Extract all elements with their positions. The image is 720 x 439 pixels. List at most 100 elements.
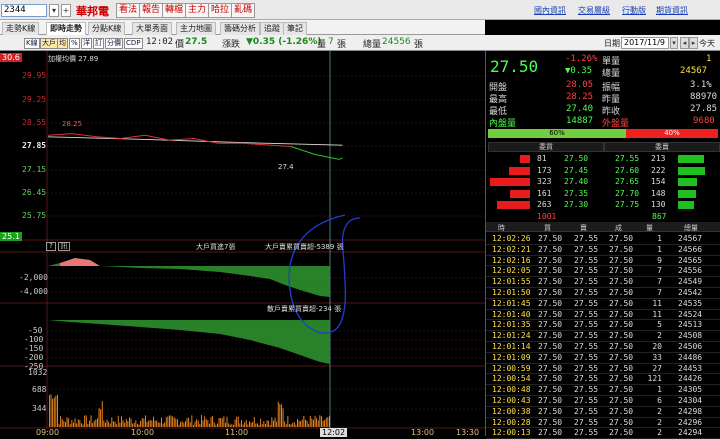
tab-kline[interactable]: 走勢K線 bbox=[2, 22, 40, 35]
main-force-button[interactable]: 主力 bbox=[185, 3, 210, 18]
volume-bar bbox=[257, 423, 258, 427]
volume-bar bbox=[233, 424, 234, 427]
next-day-icon[interactable]: ▸ bbox=[689, 37, 698, 49]
bid-price[interactable]: 27.35 bbox=[564, 189, 588, 198]
volume-bar bbox=[98, 408, 100, 427]
volume-bar bbox=[276, 421, 278, 427]
stock-code-input[interactable]: 2344 bbox=[1, 4, 47, 17]
bid-price[interactable]: 27.45 bbox=[564, 166, 588, 175]
tick-cell: 27.55 bbox=[574, 417, 599, 427]
tick-cell: 27.55 bbox=[574, 385, 599, 395]
price-dist-toggle-button[interactable]: 分價 bbox=[105, 38, 123, 49]
date-input[interactable]: 2017/11/9 bbox=[621, 37, 669, 49]
tab-track[interactable]: 追蹤 bbox=[260, 22, 284, 35]
kline-toggle-button[interactable]: K線 bbox=[24, 38, 40, 49]
big-trader-toggle-button[interactable]: 大戶 bbox=[40, 38, 58, 49]
ask-price[interactable]: 27.75 bbox=[615, 200, 639, 209]
tab-big-order[interactable]: 大單秀面 bbox=[132, 22, 172, 35]
tab-chip-analysis[interactable]: 籌碼分析 bbox=[220, 22, 260, 35]
order-toggle-button[interactable]: 訂 bbox=[93, 38, 104, 49]
volume-bar bbox=[284, 421, 286, 427]
ask-price[interactable]: 27.60 bbox=[615, 166, 639, 175]
volume-bar bbox=[298, 420, 300, 427]
bid-volume-bar bbox=[520, 155, 530, 163]
add-icon[interactable]: + bbox=[61, 4, 71, 17]
today-button[interactable]: 今天 bbox=[699, 38, 715, 49]
tick-cell: 11 bbox=[652, 298, 662, 308]
sub2-tick: -100 bbox=[24, 335, 44, 344]
report-button[interactable]: 報告 bbox=[139, 3, 164, 18]
percent-toggle-button[interactable]: % bbox=[69, 38, 80, 49]
tick-cell: 27.55 bbox=[574, 406, 599, 416]
dropdown-icon[interactable]: ▾ bbox=[49, 4, 59, 17]
volume-bar bbox=[274, 417, 276, 427]
link-trade-level[interactable]: 交易層級 bbox=[578, 5, 610, 16]
help-button[interactable]: ? bbox=[46, 242, 56, 251]
cdp-toggle-button[interactable]: CDP bbox=[124, 38, 143, 49]
volume-bar bbox=[271, 417, 273, 427]
ask-price[interactable]: 27.55 bbox=[615, 154, 639, 163]
volume-bar bbox=[282, 408, 284, 427]
total-volume-label: 總量 bbox=[602, 69, 621, 79]
volume-bar bbox=[141, 418, 143, 427]
volume-bar bbox=[279, 403, 281, 427]
tick-cell: 27.50 bbox=[609, 309, 634, 319]
tick-cell: 27.50 bbox=[609, 234, 634, 243]
tab-branch-kline[interactable]: 分點K線 bbox=[88, 22, 126, 35]
view-button[interactable]: 看法 bbox=[116, 3, 141, 18]
prev-day-icon[interactable]: ◂ bbox=[680, 37, 689, 49]
volume-bar bbox=[217, 423, 218, 427]
outer-volume: 9680 bbox=[693, 116, 715, 126]
volume-bar bbox=[205, 419, 207, 427]
volume-bar bbox=[177, 419, 178, 427]
volume-bar bbox=[236, 416, 238, 427]
ask-price[interactable]: 27.70 bbox=[615, 189, 639, 198]
bid-price[interactable]: 27.40 bbox=[564, 177, 588, 186]
volume-bar bbox=[308, 423, 310, 427]
price-line-down bbox=[290, 146, 343, 160]
single-volume: 1 bbox=[706, 54, 712, 64]
foreign-toggle-button[interactable]: 洋 bbox=[81, 38, 92, 49]
outer-ratio-bar: 40% bbox=[626, 129, 718, 138]
tick-cell: 24426 bbox=[678, 374, 703, 384]
price-tick: 25.75 bbox=[22, 211, 47, 220]
message-button[interactable]: 訊 bbox=[58, 242, 70, 251]
tick-cell: 24506 bbox=[678, 342, 703, 351]
tab-realtime[interactable]: 即時走勢 bbox=[46, 22, 86, 35]
volume-bar bbox=[178, 424, 180, 427]
volume-bar bbox=[244, 422, 246, 427]
volume-bar bbox=[69, 424, 71, 427]
volume-bar bbox=[108, 421, 110, 427]
calendar-dropdown-icon[interactable]: ▾ bbox=[670, 37, 678, 49]
tick-cell: 24508 bbox=[678, 331, 703, 341]
chat-button[interactable]: 哈拉 bbox=[208, 3, 233, 18]
price-tick: 29.95 bbox=[22, 71, 47, 80]
lower-limit-label: 25.1 bbox=[0, 232, 22, 241]
volume-bar bbox=[95, 419, 97, 427]
sub1-tick: -2,000 bbox=[19, 273, 48, 282]
volume-bar bbox=[121, 416, 122, 427]
link-futures[interactable]: 期貨資訊 bbox=[656, 5, 688, 16]
tick-cell: 27.50 bbox=[538, 417, 563, 427]
link-domestic-info[interactable]: 國內資訊 bbox=[534, 5, 566, 16]
tab-main-force-map[interactable]: 主力地圖 bbox=[176, 22, 216, 35]
garble-button[interactable]: 亂碼 bbox=[231, 3, 256, 18]
volume-bar bbox=[263, 421, 265, 427]
average-toggle-button[interactable]: 均 bbox=[57, 38, 68, 49]
tab-notes[interactable]: 筆記 bbox=[283, 22, 307, 35]
tick-cell: 27.50 bbox=[538, 331, 563, 341]
volume-bar bbox=[137, 424, 138, 427]
intraday-chart bbox=[0, 51, 485, 429]
tick-cell: 12:01:35 bbox=[492, 320, 531, 330]
volume-bar bbox=[202, 420, 204, 427]
volume-bar bbox=[249, 421, 250, 427]
convert-button[interactable]: 轉檔 bbox=[162, 3, 187, 18]
bid-price[interactable]: 27.50 bbox=[564, 154, 588, 163]
bid-price[interactable]: 27.30 bbox=[564, 200, 588, 209]
volume-bar bbox=[245, 420, 247, 427]
tick-cell: 11 bbox=[652, 309, 662, 319]
link-mobile[interactable]: 行動版 bbox=[622, 5, 646, 16]
tick-cell: 12:00:54 bbox=[492, 374, 531, 384]
volume-bar bbox=[66, 417, 68, 427]
ask-price[interactable]: 27.65 bbox=[615, 177, 639, 186]
